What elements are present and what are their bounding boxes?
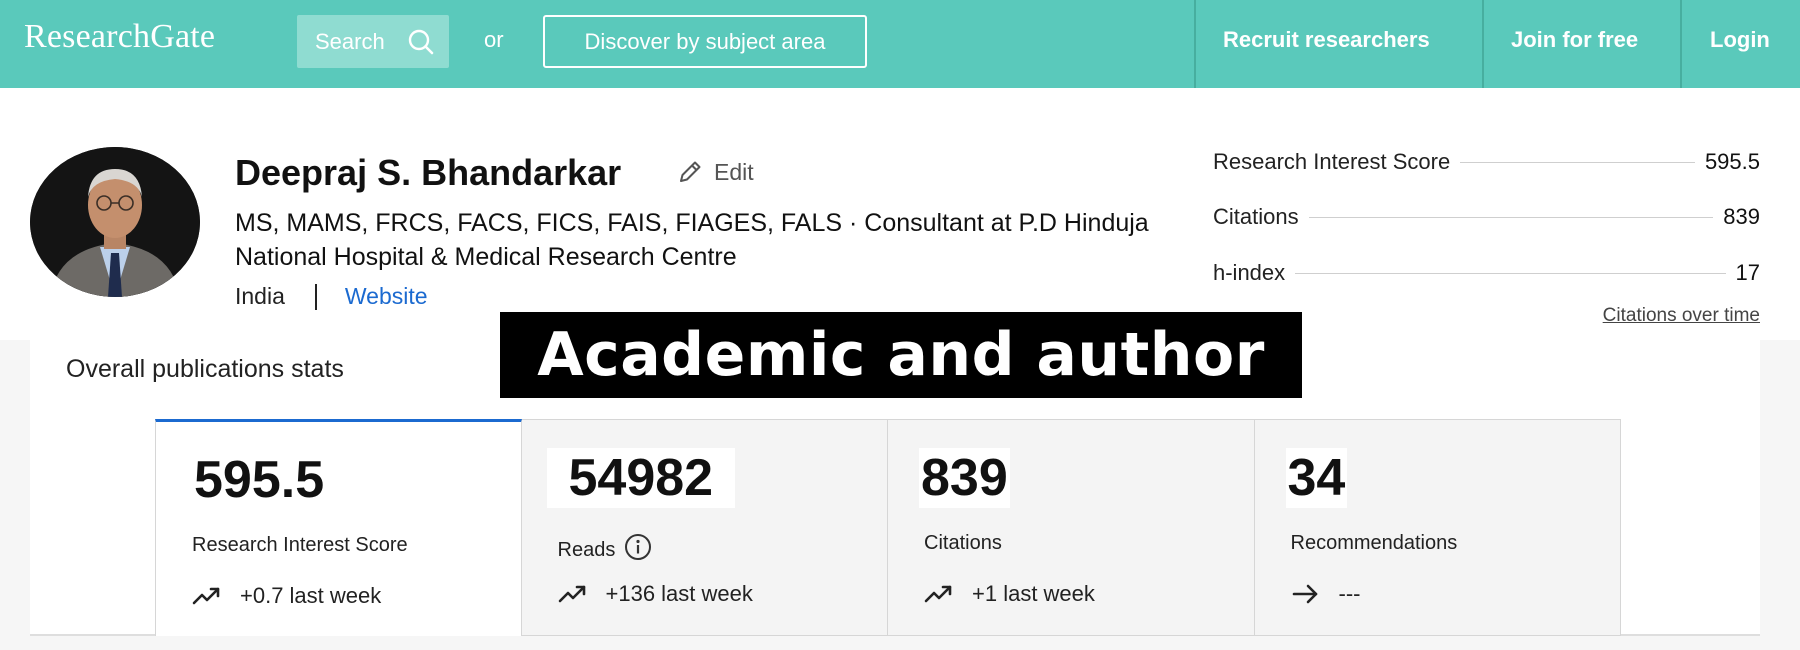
card-value: 839 bbox=[919, 448, 1010, 508]
publications-stats-title: Overall publications stats bbox=[66, 355, 344, 383]
card-label: Reads bbox=[558, 532, 654, 568]
card-label-text: Research Interest Score bbox=[192, 534, 408, 556]
stat-label: Citations bbox=[1213, 204, 1299, 229]
edit-label: Edit bbox=[714, 158, 754, 185]
stat-h-index: h-index 17 bbox=[1213, 260, 1760, 286]
stat-value: 839 bbox=[1723, 204, 1760, 229]
stat-citations: Citations 839 bbox=[1213, 204, 1760, 230]
card-label: Citations bbox=[924, 532, 1002, 555]
nav-divider bbox=[1194, 0, 1196, 88]
nav-divider bbox=[1482, 0, 1484, 88]
stat-value: 17 bbox=[1735, 260, 1760, 285]
nav-divider bbox=[1680, 0, 1682, 88]
trending-up-icon bbox=[192, 587, 220, 605]
recruit-researchers-link[interactable]: Recruit researchers bbox=[1223, 27, 1430, 53]
overlay-caption: Academic and author bbox=[500, 312, 1302, 398]
stat-value: 595.5 bbox=[1704, 149, 1760, 174]
avatar[interactable] bbox=[30, 147, 200, 297]
search-icon bbox=[408, 29, 434, 55]
citations-over-time-link[interactable]: Citations over time bbox=[1603, 305, 1760, 327]
card-trend-text: +1 last week bbox=[972, 581, 1095, 606]
card-label-text: Recommendations bbox=[1290, 532, 1458, 554]
divider bbox=[314, 283, 317, 310]
stat-label: h-index bbox=[1213, 260, 1286, 285]
pencil-icon bbox=[680, 161, 701, 182]
trending-up-icon bbox=[924, 585, 952, 603]
card-trend: +1 last week bbox=[924, 581, 1095, 607]
profile-name: Deepraj S. Bhandarkar bbox=[235, 152, 622, 193]
card-label: Recommendations bbox=[1291, 532, 1458, 555]
join-for-free-link[interactable]: Join for free bbox=[1511, 27, 1638, 53]
location-row: India Website bbox=[235, 283, 428, 310]
dotted-line bbox=[1460, 161, 1695, 163]
card-label-text: Citations bbox=[924, 532, 1002, 554]
stat-label: Research Interest Score bbox=[1213, 149, 1451, 174]
card-value: 34 bbox=[1285, 448, 1348, 508]
card-trend: +136 last week bbox=[558, 581, 753, 607]
stat-card-recommendations[interactable]: 34 Recommendations --- bbox=[1254, 419, 1621, 636]
researchgate-logo[interactable]: ResearchGate bbox=[24, 18, 215, 56]
edit-button[interactable]: Edit bbox=[676, 158, 754, 186]
card-trend: --- bbox=[1291, 581, 1361, 607]
card-label: Research Interest Score bbox=[192, 534, 408, 557]
dotted-line bbox=[1295, 272, 1726, 274]
stat-card-research-interest[interactable]: 595.5 Research Interest Score +0.7 last … bbox=[155, 419, 522, 636]
search-button[interactable]: Search bbox=[297, 15, 449, 68]
stats-cards: 595.5 Research Interest Score +0.7 last … bbox=[155, 419, 1621, 636]
card-trend-text: +0.7 last week bbox=[240, 583, 382, 608]
card-trend-text: --- bbox=[1338, 581, 1361, 606]
search-label: Search bbox=[315, 28, 385, 54]
info-icon[interactable] bbox=[623, 532, 653, 568]
stat-research-interest: Research Interest Score 595.5 bbox=[1213, 149, 1760, 175]
stat-card-citations[interactable]: 839 Citations +1 last week bbox=[888, 419, 1255, 636]
dotted-line bbox=[1308, 216, 1714, 218]
profile-degrees: MS, MAMS, FRCS, FACS, FICS, FAIS, FIAGES… bbox=[235, 209, 1149, 271]
trending-up-icon bbox=[558, 585, 585, 603]
discover-by-subject-button[interactable]: Discover by subject area bbox=[543, 15, 867, 68]
card-label-text: Reads bbox=[557, 538, 616, 561]
profile-photo bbox=[30, 147, 200, 297]
card-value: 54982 bbox=[546, 448, 736, 508]
country: India bbox=[235, 283, 285, 309]
login-link[interactable]: Login bbox=[1710, 27, 1770, 53]
card-value: 595.5 bbox=[194, 450, 333, 510]
website-link[interactable]: Website bbox=[345, 283, 428, 310]
top-nav-bar: ResearchGate Search or Discover by subje… bbox=[0, 0, 1800, 88]
card-trend-text: +136 last week bbox=[605, 581, 753, 606]
arrow-right-icon bbox=[1292, 584, 1317, 604]
or-text: or bbox=[484, 27, 504, 52]
card-trend: +0.7 last week bbox=[192, 583, 381, 609]
stat-card-reads[interactable]: 54982 Reads +136 last week bbox=[521, 419, 888, 636]
